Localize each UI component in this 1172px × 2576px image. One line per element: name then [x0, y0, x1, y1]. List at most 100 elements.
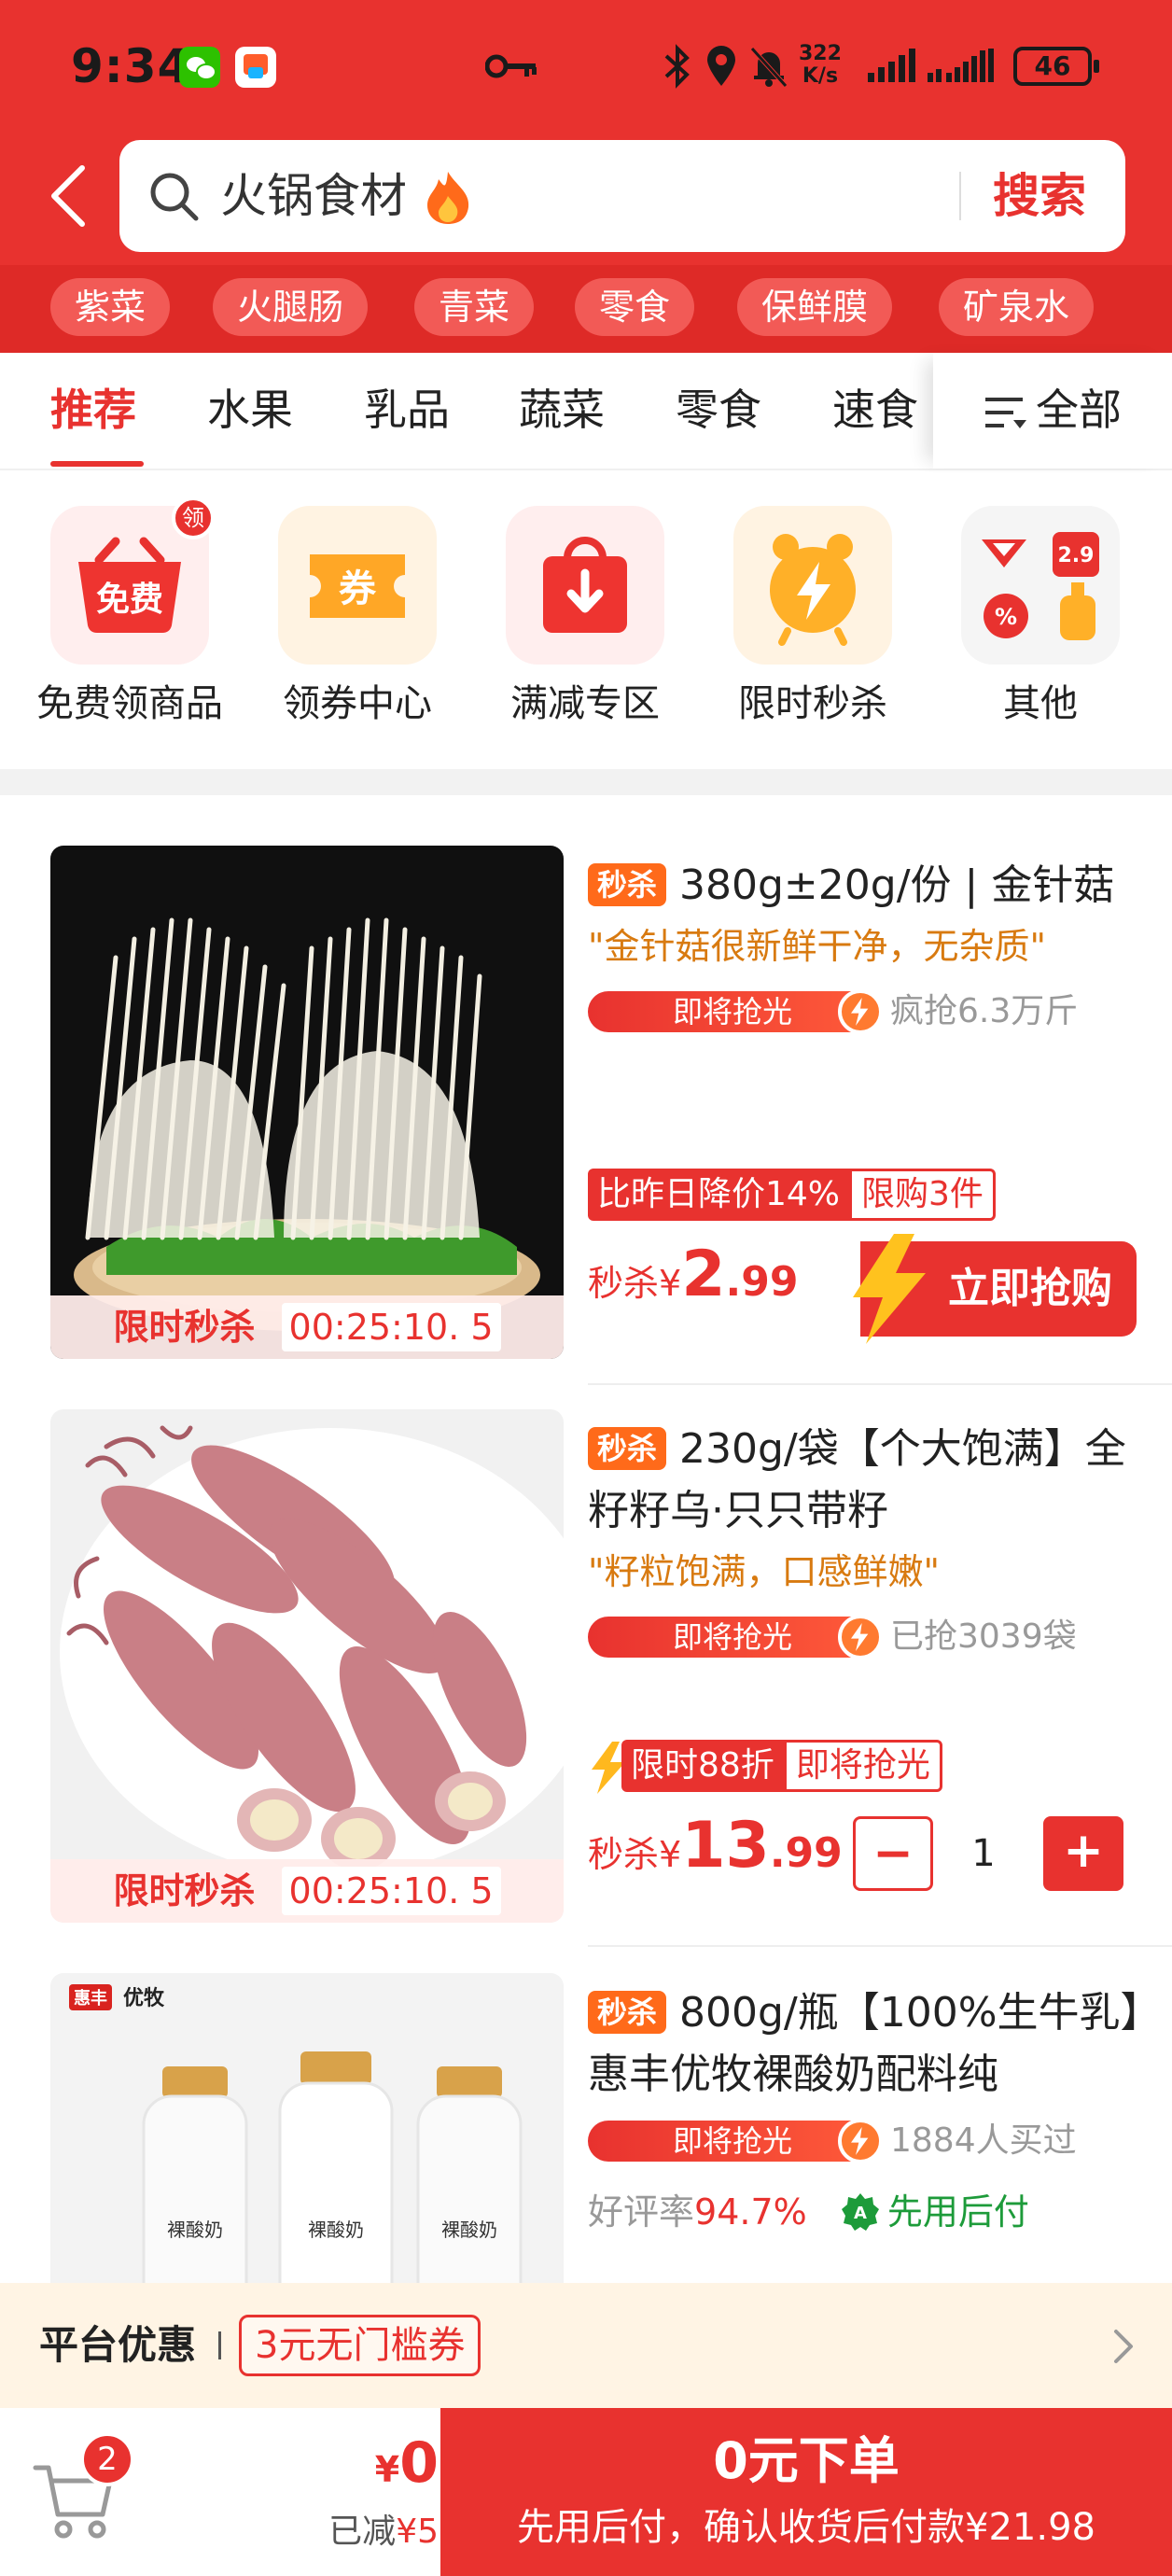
- alarm-clock-icon: [733, 506, 892, 665]
- discount-bag-icon: [506, 506, 664, 665]
- flash-sale-badge: 秒杀: [588, 1991, 667, 2034]
- back-button[interactable]: [41, 159, 97, 233]
- saved-amount: 已减¥5: [280, 2509, 439, 2555]
- sales-stat: 已抢3039袋: [890, 1617, 1077, 1656]
- wifi-signal-icon: [868, 49, 915, 82]
- squid-image[interactable]: 限时秒杀 00:25:10. 5: [50, 1409, 564, 1923]
- search-divider: [959, 172, 961, 220]
- place-order-subtitle: 先用后付，确认收货后付款¥21.98: [517, 2506, 1095, 2549]
- svg-text:惠丰: 惠丰: [74, 1988, 107, 2009]
- price-integer: 2: [681, 1238, 726, 1311]
- quantity-value[interactable]: 1: [956, 1816, 1012, 1891]
- no-threshold-coupon[interactable]: 3元无门槛券: [239, 2315, 481, 2376]
- quick-entry-label: 其他: [1003, 682, 1078, 725]
- price-row: 秒杀¥2.99: [588, 1238, 798, 1312]
- lightning-icon: [838, 989, 883, 1034]
- wechat-icon: [179, 47, 220, 88]
- countdown-time: 00:25:10. 5: [281, 1303, 501, 1351]
- lightning-icon: [838, 2119, 883, 2163]
- coupon-tile-text: 券: [339, 567, 377, 610]
- quick-tag[interactable]: 火腿肠: [213, 278, 369, 336]
- quick-entry-coupons[interactable]: 券 领券中心: [250, 506, 465, 749]
- all-categories-button[interactable]: 全部: [933, 353, 1172, 469]
- quick-tag[interactable]: 保鲜膜: [737, 278, 893, 336]
- all-categories-label: 全部: [1036, 385, 1122, 435]
- quick-tag[interactable]: 青菜: [414, 278, 535, 336]
- selling-fast-tag: 即将抢光: [783, 1740, 942, 1792]
- flash-sale-badge: 秒杀: [588, 863, 667, 906]
- quick-tag[interactable]: 矿泉水: [939, 278, 1095, 336]
- quick-tag[interactable]: 零食: [575, 278, 695, 336]
- price-prefix: 秒杀¥: [588, 1263, 682, 1304]
- platform-discount-bar[interactable]: 平台优惠 3元无门槛券: [0, 2283, 1172, 2408]
- quick-entry-others[interactable]: 2.9 % 其他: [933, 506, 1148, 749]
- platform-discount-label: 平台优惠: [39, 2322, 197, 2368]
- selling-fast-bar: 即将抢光: [588, 991, 877, 1032]
- product-title[interactable]: 秒杀 380g±20g/份 | 金针菇: [588, 855, 1148, 917]
- fire-icon: [427, 172, 469, 224]
- search-button[interactable]: 搜索: [993, 162, 1086, 230]
- flash-sale-countdown: 限时秒杀 00:25:10. 5: [50, 1295, 564, 1359]
- category-tabs: 推荐 水果 乳品 蔬菜 零食 速食 全部: [0, 353, 1172, 470]
- search-query[interactable]: 火锅食材: [220, 164, 407, 228]
- product-info: 秒杀 230g/袋【个大饱满】全籽籽乌·只只带籽 "籽粒饱满，口感鲜嫩" 即将抢光…: [588, 1409, 1148, 1891]
- status-time: 9:34: [71, 39, 191, 93]
- quantity-decrease-button[interactable]: −: [853, 1816, 933, 1891]
- tab-dairy[interactable]: 乳品: [364, 381, 450, 439]
- free-tile-text: 免费: [96, 581, 163, 619]
- cart-count-badge: 2: [80, 2432, 134, 2486]
- quick-entry-label: 限时秒杀: [738, 682, 887, 725]
- product-title[interactable]: 秒杀 800g/瓶【100%生牛乳】惠丰优牧裸酸奶配料纯: [588, 1982, 1148, 2106]
- status-bar: 9:34 322 K/s 46: [0, 0, 1172, 131]
- rating-value: 94.7%: [694, 2191, 807, 2233]
- promo-row: 限时88折 即将抢光: [588, 1740, 942, 1794]
- flash-sale-countdown: 限时秒杀 00:25:10. 5: [50, 1859, 564, 1923]
- quick-entry-row: 免费 领 免费领商品 券 领券中心 满减专区 限时秒杀 2.9 % 其他: [0, 472, 1172, 769]
- promo-row: 比昨日降价14% 限购3件: [588, 1169, 996, 1221]
- product-title[interactable]: 秒杀 230g/袋【个大饱满】全籽籽乌·只只带籽: [588, 1419, 1148, 1542]
- quick-entry-discount-zone[interactable]: 满减专区: [478, 506, 692, 749]
- pay-later-icon: A: [841, 2193, 879, 2231]
- quick-entry-free-goods[interactable]: 免费 领 免费领商品: [22, 497, 237, 749]
- place-order-button[interactable]: 0元下单 先用后付，确认收货后付款¥21.98: [440, 2408, 1172, 2576]
- search-bar[interactable]: 火锅食材 搜索: [119, 140, 1125, 252]
- quick-tag-row: 紫菜 火腿肠 青菜 零食 保鲜膜 矿泉水: [0, 265, 1172, 353]
- rating-label: 好评率: [588, 2191, 695, 2233]
- chevron-right-icon: [1114, 2330, 1133, 2363]
- tab-fruit[interactable]: 水果: [207, 381, 293, 439]
- price-integer: 13: [681, 1809, 770, 1883]
- product-card[interactable]: 惠丰 优牧 裸酸奶 裸酸奶 裸酸奶 秒杀 800g/瓶【100%生牛乳】惠丰优牧裸…: [0, 1973, 1172, 2283]
- price-row: 秒杀¥13.99: [588, 1809, 843, 1883]
- tab-instant-food[interactable]: 速食: [832, 381, 918, 439]
- tab-recommend[interactable]: 推荐: [50, 381, 136, 439]
- product-title-text: 380g±20g/份 | 金针菇: [679, 861, 1115, 909]
- svg-text:裸酸奶: 裸酸奶: [308, 2219, 364, 2241]
- tab-vegetables[interactable]: 蔬菜: [519, 381, 605, 439]
- saved-label: 已减: [328, 2513, 397, 2551]
- active-tab-indicator: [50, 461, 144, 467]
- buy-now-button[interactable]: 立即抢购: [853, 1234, 1137, 1344]
- hot-sale-row: 即将抢光 已抢3039袋: [588, 1607, 1148, 1663]
- quick-tag[interactable]: 紫菜: [50, 278, 171, 336]
- product-info: 秒杀 800g/瓶【100%生牛乳】惠丰优牧裸酸奶配料纯 即将抢光 1884人买过…: [588, 1973, 1148, 2233]
- quantity-increase-button[interactable]: +: [1043, 1816, 1123, 1891]
- product-review-quote: "金针菇很新鲜干净，无杂质": [588, 926, 1046, 967]
- product-card[interactable]: 限时秒杀 00:25:10. 5 秒杀 380g±20g/份 | 金针菇 "金针菇…: [0, 846, 1172, 1378]
- search-icon: [150, 173, 199, 221]
- quick-entry-flash-sale[interactable]: 限时秒杀: [705, 506, 920, 749]
- svg-text:优牧: 优牧: [123, 1986, 165, 2010]
- total-value: 0: [399, 2430, 439, 2496]
- sales-stat: 1884人买过: [890, 2121, 1077, 2160]
- currency-symbol: ¥: [374, 2449, 400, 2490]
- yogurt-bottles-image[interactable]: 惠丰 优牧 裸酸奶 裸酸奶 裸酸奶: [50, 1973, 564, 2283]
- countdown-label: 限时秒杀: [113, 1870, 256, 1911]
- key-icon: [485, 54, 537, 78]
- tab-snacks[interactable]: 零食: [676, 381, 761, 439]
- coupon-ticket-icon: 券: [278, 506, 437, 665]
- saved-value: ¥5: [396, 2513, 439, 2551]
- product-card[interactable]: 限时秒杀 00:25:10. 5 秒杀 230g/袋【个大饱满】全籽籽乌·只只带籽…: [0, 1409, 1172, 1941]
- flash-sale-badge: 秒杀: [588, 1427, 667, 1470]
- enoki-mushroom-image[interactable]: 限时秒杀 00:25:10. 5: [50, 846, 564, 1359]
- rating-row: 好评率94.7% A 先用后付: [588, 2184, 1029, 2240]
- more-categories-icon: 2.9 %: [961, 506, 1120, 665]
